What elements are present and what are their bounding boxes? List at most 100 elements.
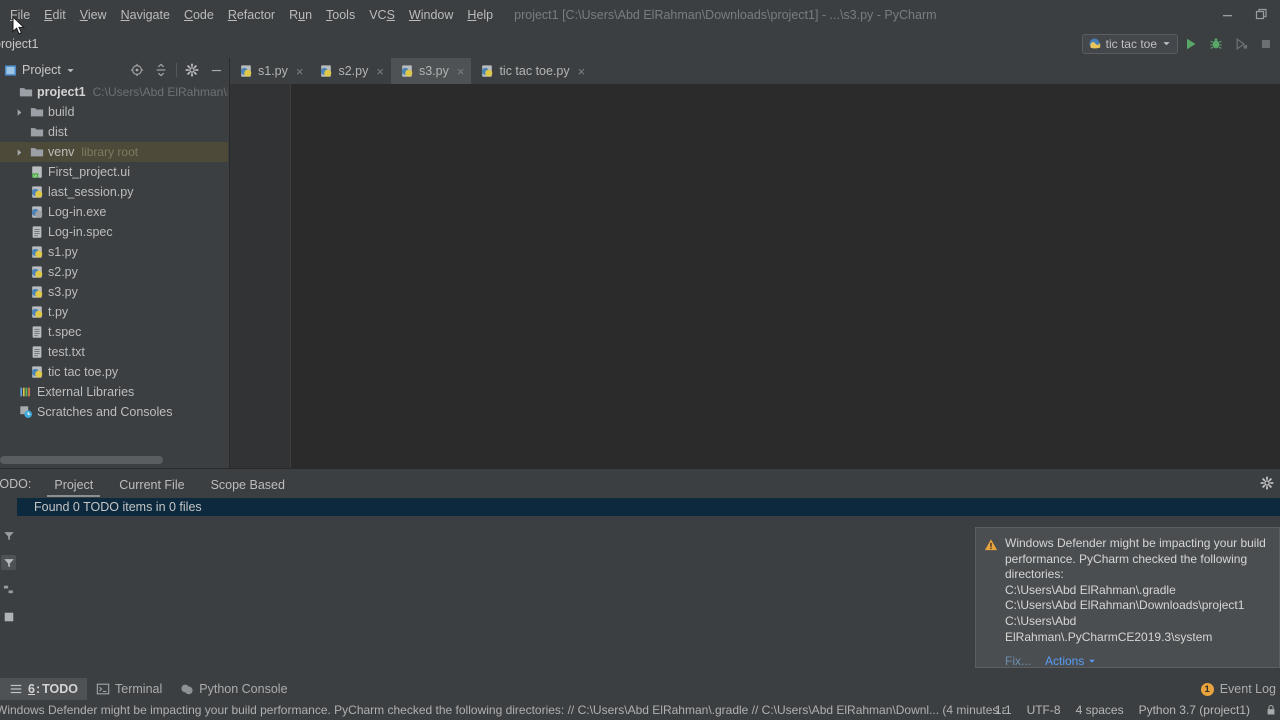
menu-item-window[interactable]: Window <box>402 5 460 25</box>
editor-tab-label: tic tac toe.py <box>499 64 570 78</box>
project-panel-tools <box>126 58 227 82</box>
tool-window-button-python-console[interactable]: Python Console <box>171 678 296 700</box>
tree-node[interactable]: t.spec <box>0 322 228 342</box>
run-button[interactable] <box>1179 33 1203 55</box>
editor-tab-tic-tac-toe-py[interactable]: tic tac toe.py × <box>471 58 592 84</box>
menu-item-help[interactable]: Help <box>460 5 500 25</box>
collapse-all-icon[interactable] <box>150 59 172 81</box>
filter-icon[interactable] <box>1 528 16 543</box>
status-message[interactable]: Windows Defender might be impacting your… <box>0 703 1006 717</box>
locate-file-icon[interactable] <box>126 59 148 81</box>
run-configuration-selector[interactable]: tic tac toe <box>1081 33 1178 54</box>
todo-tab-bar: TODO: ProjectCurrent FileScope Based <box>0 469 1280 498</box>
toolbar-divider <box>176 63 177 77</box>
project-tree[interactable]: project1 C:\Users\Abd ElRahman\Dow build di… <box>0 82 228 454</box>
main-menu: File Edit View Navigate Code Refactor Run Tools… <box>0 5 500 25</box>
tree-node[interactable]: build <box>0 102 228 122</box>
indent-setting[interactable]: 4 spaces <box>1076 703 1124 717</box>
todo-settings-gear-icon[interactable] <box>1256 472 1278 494</box>
tool-window-button-todo[interactable]: 6: TODO <box>0 678 88 700</box>
tree-node[interactable]: tic tac toe.py <box>0 362 228 382</box>
menu-item-navigate[interactable]: Navigate <box>114 5 177 25</box>
close-icon[interactable]: × <box>296 64 304 79</box>
tree-node[interactable]: s1.py <box>0 242 228 262</box>
event-log-label[interactable]: Event Log <box>1220 682 1276 696</box>
folder-icon <box>28 105 45 119</box>
editor-tab-s1-py[interactable]: s1.py × <box>230 58 310 84</box>
tree-node[interactable]: project1 C:\Users\Abd ElRahman\Dow <box>0 82 228 102</box>
minimize-button[interactable] <box>1212 2 1242 28</box>
notification-line-3: C:\Users\Abd ElRahman\.PyCharmCE2019.3\s… <box>1005 613 1213 644</box>
menu-item-run[interactable]: Run <box>282 5 319 25</box>
caret-position[interactable]: 1:1 <box>995 703 1012 717</box>
tree-node[interactable]: t.py <box>0 302 228 322</box>
tree-node[interactable]: Qt First_project.ui <box>0 162 228 182</box>
tree-node[interactable]: last_session.py <box>0 182 228 202</box>
file-encoding[interactable]: UTF-8 <box>1027 703 1061 717</box>
group-by-icon[interactable] <box>1 555 16 570</box>
arrow-right-icon <box>17 148 22 156</box>
debug-button[interactable] <box>1204 33 1228 55</box>
todo-tab-current-file[interactable]: Current File <box>106 470 197 497</box>
tree-node[interactable]: Scratches and Consoles <box>0 402 228 422</box>
breadcrumb-project1[interactable]: project1 <box>0 37 38 51</box>
python-interpreter[interactable]: Python 3.7 (project1) <box>1139 703 1250 717</box>
expand-collapse-icon[interactable] <box>1 582 16 597</box>
project-tree-hscrollbar-track[interactable] <box>0 456 228 466</box>
tree-node[interactable]: dist <box>0 122 228 142</box>
window-controls <box>1212 0 1276 29</box>
menu-item-tools[interactable]: Tools <box>319 5 362 25</box>
expand-arrow-icon[interactable] <box>11 108 28 117</box>
python-file-icon <box>240 65 252 77</box>
text-file-icon <box>28 345 45 359</box>
chevron-down-icon[interactable] <box>66 66 75 75</box>
expand-arrow-icon[interactable] <box>11 148 28 157</box>
preview-icon[interactable] <box>1 609 16 624</box>
close-icon[interactable]: × <box>457 64 465 79</box>
tree-node[interactable]: s2.py <box>0 262 228 282</box>
tool-window-button-terminal[interactable]: Terminal <box>87 678 171 700</box>
close-icon[interactable]: × <box>578 64 586 79</box>
editor-tab-s3-py[interactable]: s3.py × <box>390 58 472 84</box>
folder-icon <box>30 128 43 137</box>
editor-viewport[interactable] <box>230 84 1280 468</box>
menu-item-code[interactable]: Code <box>177 5 221 25</box>
notification-balloon[interactable]: Windows Defender might be impacting your… <box>975 527 1280 668</box>
todo-result-row[interactable]: Found 0 TODO items in 0 files <box>17 498 1280 516</box>
hide-panel-icon[interactable] <box>205 59 227 81</box>
tree-node[interactable]: venv library root <box>0 142 228 162</box>
gear-icon[interactable] <box>181 59 203 81</box>
project-tool-window: Project project1 C:\Users\Abd ElRahman\ … <box>0 58 230 468</box>
tree-node[interactable]: External Libraries <box>0 382 228 402</box>
folder-icon <box>28 145 45 159</box>
menu-item-view[interactable]: View <box>73 5 114 25</box>
todo-tab-scope-based[interactable]: Scope Based <box>198 470 298 497</box>
notification-actions: Fix... Actions <box>1005 654 1269 668</box>
notification-actions-link[interactable]: Actions <box>1045 654 1084 668</box>
tree-node-sublabel: C:\Users\Abd ElRahman\Dow <box>92 85 228 99</box>
tree-node[interactable]: Log-in.exe <box>0 202 228 222</box>
notification-fix-link[interactable]: Fix... <box>1005 654 1031 668</box>
lock-icon[interactable] <box>1265 704 1277 716</box>
python-file-icon <box>239 64 253 78</box>
tree-node-label: last_session.py <box>48 185 134 199</box>
menu-item-edit[interactable]: Edit <box>37 5 73 25</box>
python-file-icon <box>31 266 42 278</box>
event-log-area[interactable]: 1 Event Log <box>1200 678 1276 700</box>
tool-window-strip-bottom: 6: TODO Terminal Python Console 1 Event Log <box>0 678 1280 700</box>
todo-tab-project[interactable]: Project <box>41 470 106 497</box>
close-icon[interactable]: × <box>376 64 384 79</box>
tree-node[interactable]: s3.py <box>0 282 228 302</box>
menu-item-refactor[interactable]: Refactor <box>221 5 282 25</box>
restore-button[interactable] <box>1246 2 1276 28</box>
editor-text-canvas[interactable] <box>291 84 1280 468</box>
project-tree-hscrollbar-thumb[interactable] <box>0 456 163 464</box>
tree-node[interactable]: test.txt <box>0 342 228 362</box>
libraries-icon <box>17 385 34 399</box>
editor-tab-s2-py[interactable]: s2.py × <box>310 58 390 84</box>
tree-node[interactable]: Log-in.spec <box>0 222 228 242</box>
menu-item-vcs[interactable]: VCS <box>362 5 402 25</box>
python-file-icon <box>28 265 45 279</box>
python-file-icon <box>31 286 42 298</box>
chevron-down-icon[interactable] <box>1088 657 1096 665</box>
